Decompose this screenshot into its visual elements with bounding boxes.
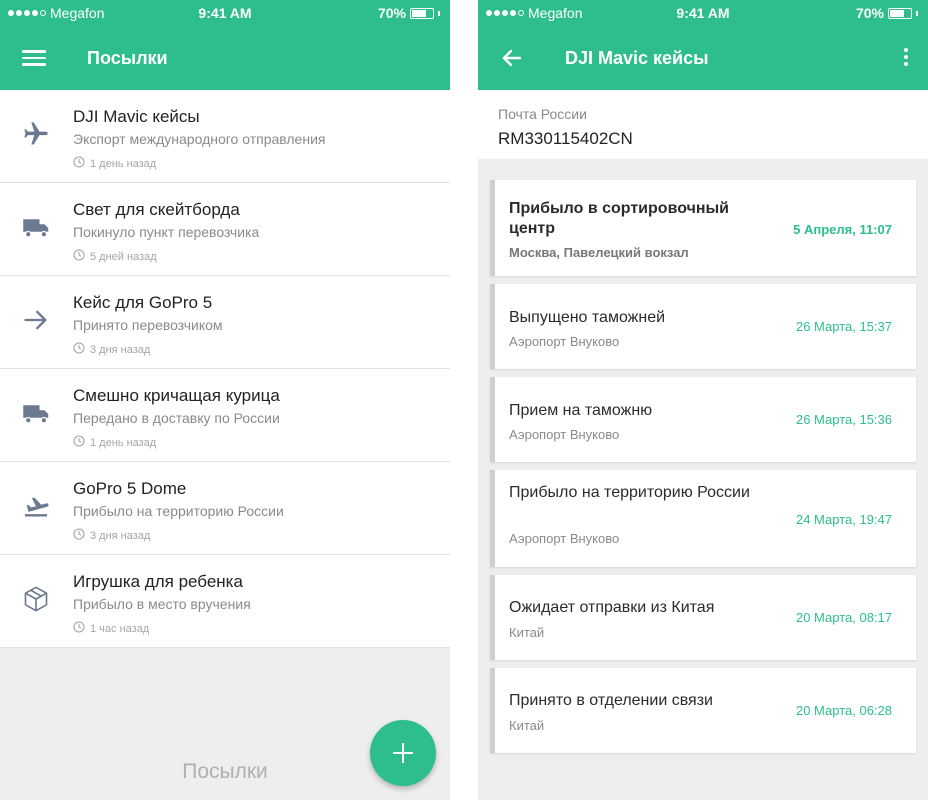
tracking-number[interactable]: RM330115402CN bbox=[498, 129, 633, 149]
package-name: DJI Mavic кейсы bbox=[73, 107, 200, 126]
truck-icon bbox=[22, 399, 52, 429]
package-status: Прибыло на территорию России bbox=[73, 503, 284, 519]
page-title: Посылки bbox=[87, 48, 168, 68]
box-icon bbox=[22, 585, 52, 615]
battery-icon bbox=[410, 7, 434, 19]
status-bar: Megafon 9:41 AM 70% bbox=[478, 0, 928, 26]
event-location: Аэропорт Внуково bbox=[509, 427, 620, 442]
package-updated: 1 день назад bbox=[73, 156, 156, 171]
app-bar: DJI Mavic кейсы bbox=[478, 26, 928, 90]
package-status: Принято перевозчиком bbox=[73, 317, 223, 333]
package-name: Свет для скейтборда bbox=[73, 200, 240, 219]
package-updated: 5 дней назад bbox=[73, 249, 157, 264]
battery-icon bbox=[888, 7, 912, 19]
menu-icon[interactable] bbox=[22, 46, 48, 70]
package-list: DJI Mavic кейсы Экспорт международного от… bbox=[0, 90, 450, 648]
event-title: Принято в отделении связи bbox=[509, 692, 713, 709]
package-updated: 3 дня назад bbox=[73, 342, 150, 357]
event-date: 26 Марта, 15:36 bbox=[795, 412, 892, 427]
package-updated-time: 1 день назад bbox=[90, 436, 157, 449]
tracking-info: Почта России RM330115402CN bbox=[478, 90, 928, 159]
package-status: Покинуло пункт перевозчика bbox=[73, 224, 260, 240]
truck-icon bbox=[22, 213, 52, 243]
clock-icon bbox=[73, 435, 85, 450]
package-list-item[interactable]: Смешно кричащая курица Передано в доставк… bbox=[0, 369, 450, 462]
tracking-event-card[interactable]: Принято в отделении связи Китай 20 Марта, … bbox=[490, 668, 916, 753]
event-date: 24 Марта, 19:47 bbox=[795, 512, 892, 527]
event-location: Аэропорт Внуково bbox=[509, 531, 620, 546]
clock-icon bbox=[73, 528, 85, 543]
page-title: DJI Mavic кейсы bbox=[565, 48, 709, 68]
event-date: 5 Апреля, 11:07 bbox=[793, 222, 892, 237]
package-name: Игрушка для ребенка bbox=[73, 572, 243, 591]
event-title: Прибыло в сортировочный центр bbox=[509, 200, 730, 237]
battery-indicator: 70% bbox=[856, 5, 918, 21]
package-updated: 1 день назад bbox=[73, 435, 156, 450]
package-name: Кейс для GoPro 5 bbox=[73, 293, 213, 312]
package-status: Экспорт международного отправления bbox=[73, 131, 326, 147]
package-name: GoPro 5 Dome bbox=[73, 479, 187, 498]
package-list-screen: Megafon 9:41 AM 70% Посылки DJI Mavic ке… bbox=[0, 0, 450, 800]
clock-icon bbox=[73, 156, 85, 171]
package-list-item[interactable]: Кейс для GoPro 5 Принято перевозчиком 3 дн… bbox=[0, 276, 450, 369]
back-arrow-icon[interactable] bbox=[500, 46, 526, 70]
event-date: 20 Марта, 06:28 bbox=[795, 703, 892, 718]
tracking-event-card[interactable]: Прибыло в сортировочный центр Москва, Пав… bbox=[490, 180, 916, 276]
clock-icon bbox=[73, 621, 85, 636]
airplane-icon bbox=[22, 120, 52, 150]
event-location: Китай bbox=[509, 625, 545, 640]
battery-percent: 70% bbox=[377, 5, 406, 21]
package-list-item[interactable]: DJI Mavic кейсы Экспорт международного от… bbox=[0, 90, 450, 183]
event-date: 20 Марта, 08:17 bbox=[795, 610, 892, 625]
event-title: Прибыло на территорию России bbox=[509, 484, 750, 501]
package-detail-screen: Megafon 9:41 AM 70% DJI Mavic кейсы Почт… bbox=[478, 0, 928, 800]
tracking-event-card[interactable]: Ожидает отправки из Китая Китай 20 Марта, … bbox=[490, 575, 916, 660]
package-name: Смешно кричащая курица bbox=[73, 386, 280, 405]
package-updated-time: 5 дней назад bbox=[90, 250, 157, 263]
tracking-event-card[interactable]: Прием на таможню Аэропорт Внуково 26 Марта… bbox=[490, 377, 916, 462]
arrow-right-icon bbox=[22, 306, 52, 336]
tracking-event-card[interactable]: Прибыло на территорию России Аэропорт Вну… bbox=[490, 470, 916, 567]
package-updated-time: 3 дня назад bbox=[90, 343, 151, 356]
event-title: Прием на таможню bbox=[509, 402, 653, 419]
package-updated-time: 1 день назад bbox=[90, 157, 157, 170]
status-bar: Megafon 9:41 AM 70% bbox=[0, 0, 450, 26]
package-list-item[interactable]: Свет для скейтборда Покинуло пункт перево… bbox=[0, 183, 450, 276]
battery-indicator: 70% bbox=[378, 5, 440, 21]
landing-plane-icon bbox=[22, 492, 52, 522]
package-list-item[interactable]: GoPro 5 Dome Прибыло на территорию России… bbox=[0, 462, 450, 555]
tracking-event-card[interactable]: Выпущено таможней Аэропорт Внуково 26 Март… bbox=[490, 284, 916, 369]
clock-icon bbox=[73, 342, 85, 357]
carrier-name-label: Почта России bbox=[498, 106, 587, 122]
add-package-button[interactable] bbox=[370, 720, 436, 786]
app-bar: Посылки bbox=[0, 26, 450, 90]
event-location: Китай bbox=[509, 718, 545, 733]
event-title: Выпущено таможней bbox=[509, 309, 666, 326]
package-status: Передано в доставку по России bbox=[73, 410, 280, 426]
package-status: Прибыло в место вручения bbox=[73, 596, 251, 612]
event-location: Аэропорт Внуково bbox=[509, 334, 620, 349]
package-updated-time: 3 дня назад bbox=[90, 529, 151, 542]
more-options-icon[interactable] bbox=[898, 46, 914, 70]
package-list-item[interactable]: Игрушка для ребенка Прибыло в место вруче… bbox=[0, 555, 450, 648]
event-title: Ожидает отправки из Китая bbox=[509, 599, 715, 616]
package-updated: 1 час назад bbox=[73, 621, 149, 636]
battery-percent: 70% bbox=[855, 5, 884, 21]
clock-icon bbox=[73, 249, 85, 264]
package-updated: 3 дня назад bbox=[73, 528, 150, 543]
event-date: 26 Марта, 15:37 bbox=[795, 319, 892, 334]
event-location: Москва, Павелецкий вокзал bbox=[509, 245, 689, 260]
package-updated-time: 1 час назад bbox=[90, 622, 150, 635]
